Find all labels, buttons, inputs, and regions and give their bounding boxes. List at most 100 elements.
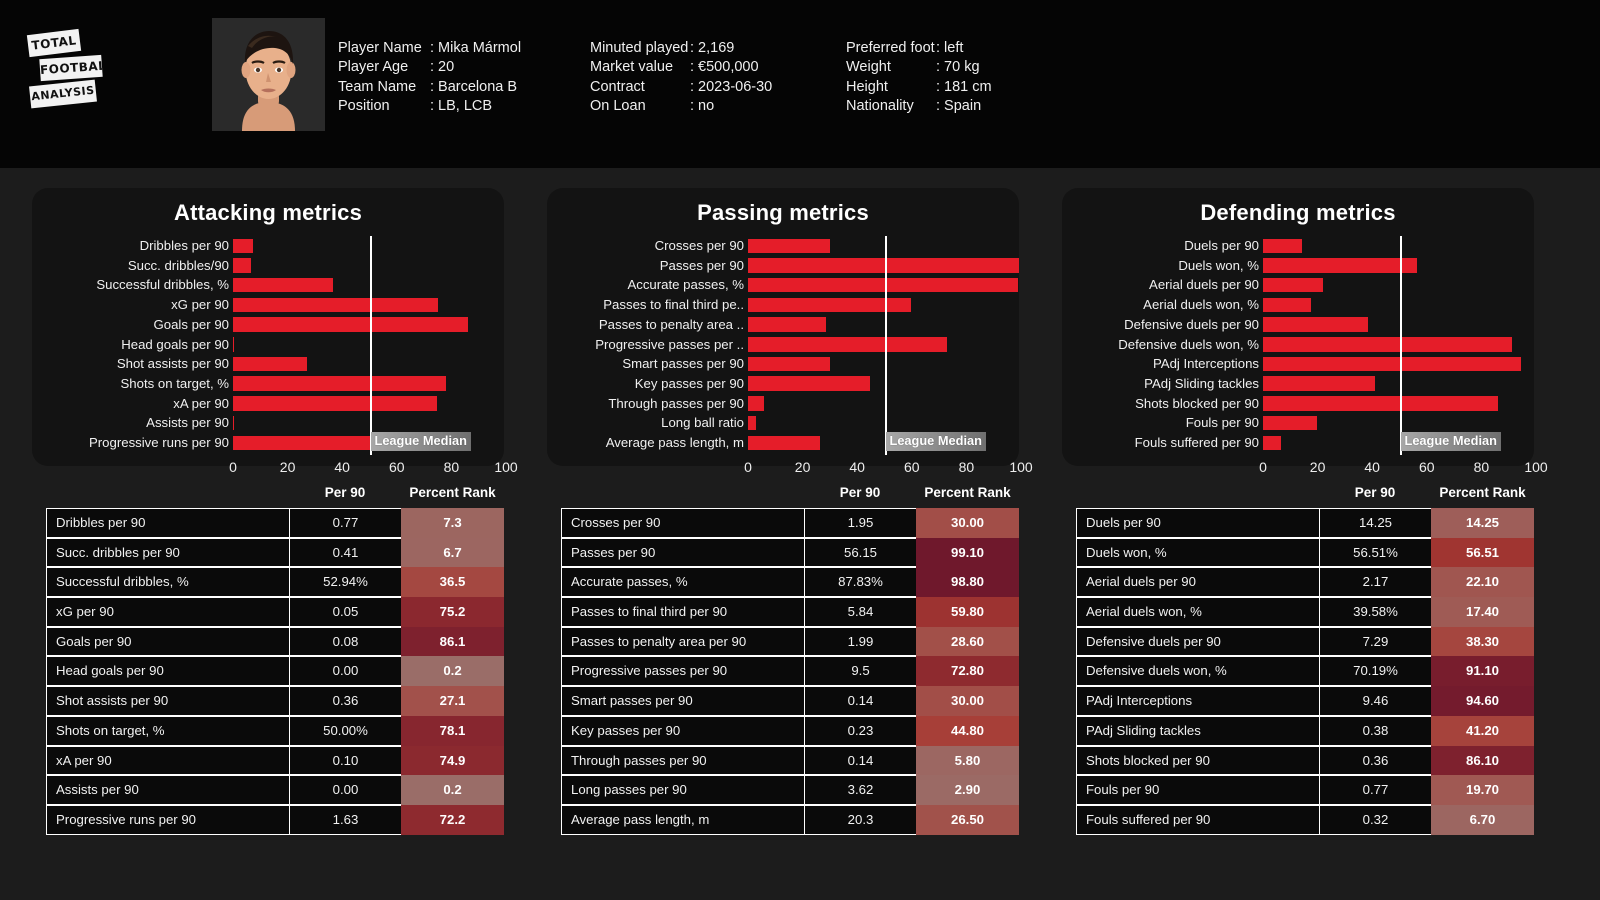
cell-percent-rank: 19.70 (1431, 775, 1534, 805)
cell-percent-rank: 30.00 (916, 508, 1019, 538)
passing-metrics-table-wrap: Per 90 Percent Rank Crosses per 90 1.95 30… (561, 478, 1019, 835)
cell-per90-value: 0.38 (1319, 715, 1432, 746)
info-value: : 181 cm (936, 78, 992, 95)
bar-label: Accurate passes, % (627, 277, 744, 293)
cell-percent-rank: 27.1 (401, 686, 504, 716)
cell-per90-value: 0.41 (289, 537, 402, 568)
info-key: Contract (590, 78, 645, 95)
player-info-column-3: Preferred foot: left Weight: 70 kg Heigh… (846, 39, 992, 116)
axis-tick-label: 60 (1419, 458, 1435, 475)
league-median-label: League Median (1400, 432, 1501, 451)
table-row: Crosses per 90 1.95 30.00 (561, 508, 1019, 538)
cell-percent-rank: 86.1 (401, 626, 504, 657)
cell-percent-rank: 5.80 (916, 745, 1019, 776)
axis-tick-label: 20 (279, 458, 296, 475)
info-key: Market value (590, 59, 674, 76)
info-value: : LB, LCB (430, 97, 493, 114)
table-header: Per 90 Percent Rank (1076, 478, 1526, 508)
axis-tick-label: 80 (958, 458, 975, 475)
bar-label: PAdj Sliding tackles (1144, 375, 1259, 391)
cell-per90-value: 1.99 (804, 626, 917, 657)
info-key: Weight (846, 59, 891, 76)
bar-fill (1263, 435, 1282, 451)
info-row: Nationality: Spain (846, 97, 992, 116)
bar-label: Passes to final third pe.. (603, 297, 744, 313)
bar-fill (233, 396, 438, 411)
bar-fill (1263, 277, 1324, 293)
passing-metrics-chart: Crosses per 90 Passes per 90 Accurate pass… (547, 236, 1033, 475)
cell-per90-value: 0.00 (289, 656, 402, 687)
info-value: : Mika Mármol (430, 40, 522, 56)
bar-fill (1263, 415, 1317, 431)
cell-metric-name: Passes to final third per 90 (561, 597, 805, 627)
cell-per90-value: 5.84 (804, 597, 917, 627)
cell-metric-name: PAdj Interceptions (1076, 686, 1320, 716)
bar-fill (233, 238, 253, 254)
cell-per90-value: 0.10 (289, 745, 402, 776)
bar-fill (233, 258, 252, 273)
cell-per90-value: 50.00% (289, 715, 402, 746)
cell-per90-value: 52.94% (289, 567, 402, 598)
axis-tick-label: 100 (1009, 458, 1033, 475)
column-header-percent-rank: Percent Rank (924, 485, 1011, 500)
info-value: : 20 (430, 59, 455, 76)
bar-label: Assists per 90 (146, 415, 229, 431)
column-header-percent-rank: Percent Rank (409, 485, 496, 500)
table-row: Progressive passes per 90 9.5 72.80 (561, 656, 1019, 687)
bar-label: Shots on target, % (120, 375, 230, 391)
info-value: : 2023-06-30 (690, 78, 773, 95)
player-info-column-1: Player Name: Mika Mármol Player Age: 20 … (338, 39, 521, 116)
cell-per90-value: 56.15 (804, 537, 917, 568)
bar-fill (233, 415, 235, 431)
league-median-line (884, 236, 888, 455)
bar-fill (1263, 356, 1522, 372)
table-row: Average pass length, m 20.3 26.50 (561, 804, 1019, 835)
info-row: Position: LB, LCB (338, 97, 521, 116)
cell-metric-name: Head goals per 90 (46, 656, 290, 687)
cell-percent-rank: 2.90 (916, 775, 1019, 805)
cell-per90-value: 14.25 (1319, 508, 1432, 538)
table-header: Per 90 Percent Rank (561, 478, 1011, 508)
axis-tick-label: 0 (744, 458, 752, 475)
bar-label: Goals per 90 (153, 316, 229, 332)
cell-metric-name: Aerial duels per 90 (1076, 567, 1320, 598)
info-key: Height (846, 78, 888, 95)
table-row: Passes to final third per 90 5.84 59.80 (561, 597, 1019, 627)
info-row: Minuted played: 2,169 (590, 39, 772, 58)
bar-label: Passes per 90 (659, 257, 744, 273)
cell-percent-rank: 22.10 (1431, 567, 1534, 598)
passing-metrics-panel: Passing metrics Crosses per 90 Passes per… (547, 188, 1033, 475)
cell-metric-name: Key passes per 90 (561, 715, 805, 746)
cell-per90-value: 7.29 (1319, 626, 1432, 657)
cell-metric-name: Shots on target, % (46, 715, 290, 746)
cell-metric-name: Long passes per 90 (561, 775, 805, 805)
bar-label: xA per 90 (173, 395, 229, 411)
defending-metrics-table-wrap: Per 90 Percent Rank Duels per 90 14.25 14.… (1076, 478, 1534, 835)
info-key: Preferred foot (846, 40, 935, 56)
info-row: On Loan: no (590, 97, 772, 116)
cell-percent-rank: 86.10 (1431, 745, 1534, 776)
bar-label: PAdj Interceptions (1152, 356, 1259, 372)
bar-label: Dribbles per 90 (139, 238, 229, 253)
player-portrait (212, 18, 325, 131)
table-row: PAdj Interceptions 9.46 94.60 (1076, 686, 1534, 716)
info-key: Player Age (338, 59, 409, 76)
cell-percent-rank: 59.80 (916, 597, 1019, 627)
bar-label: Progressive passes per .. (595, 336, 744, 352)
cell-per90-value: 1.95 (804, 508, 917, 538)
info-row: Weight: 70 kg (846, 58, 992, 77)
cell-metric-name: Passes per 90 (561, 537, 805, 568)
info-value: : left (936, 40, 964, 56)
cell-metric-name: PAdj Sliding tackles (1076, 715, 1320, 746)
attacking-metrics-table: Dribbles per 90 0.77 7.3 Succ. dribbles per… (46, 508, 504, 835)
bar-label: Shot assists per 90 (116, 356, 229, 372)
cell-per90-value: 70.19% (1319, 656, 1432, 687)
defending-metrics-table: Duels per 90 14.25 14.25 Duels won, % 56.51%… (1076, 508, 1534, 835)
bar-label: Progressive runs per 90 (88, 435, 229, 450)
bar-label: Defensive duels won, % (1118, 336, 1259, 352)
info-row: Contract : 2023-06-30 (590, 78, 772, 97)
table-row: Shot assists per 90 0.36 27.1 (46, 686, 504, 716)
column-header-per90: Per 90 (1354, 485, 1396, 500)
panel-title: Passing metrics (697, 200, 869, 225)
info-value: : Spain (936, 97, 982, 114)
